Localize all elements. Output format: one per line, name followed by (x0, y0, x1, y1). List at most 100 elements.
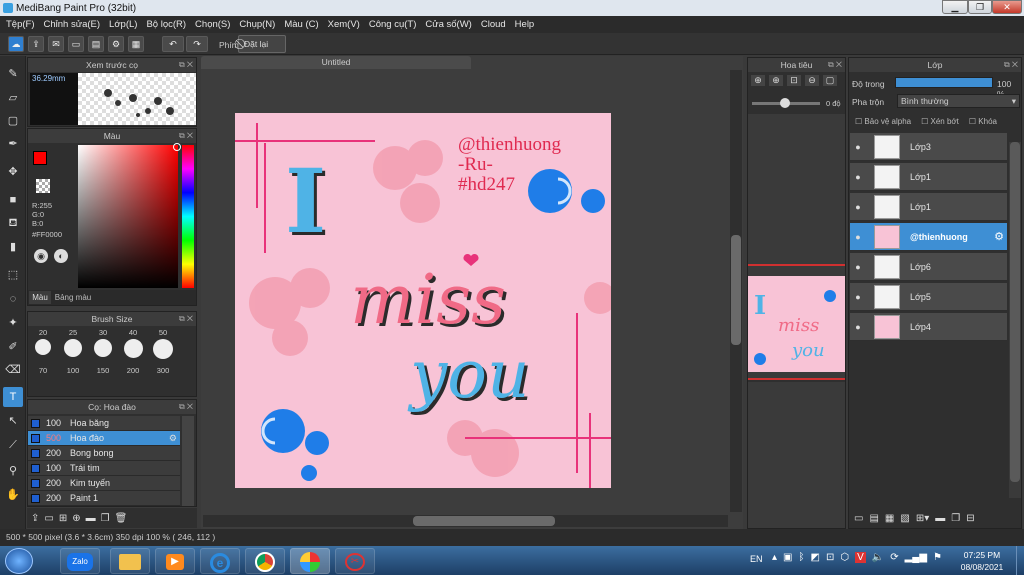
actual-size-icon[interactable]: ▢ (823, 75, 837, 86)
brush-list-item[interactable]: 100 Trái tim (28, 461, 180, 476)
duplicate-layer-icon[interactable]: ❐ (951, 513, 960, 524)
taskbar-chrome[interactable] (245, 548, 285, 574)
minimize-button[interactable]: ▁ (942, 0, 968, 14)
menu-layer[interactable]: Lớp(L) (109, 19, 137, 30)
brush-size-option[interactable]: 300 (148, 366, 178, 375)
select-rect-icon[interactable]: ⬚ (3, 265, 23, 285)
upload-icon[interactable]: ⇪ (28, 36, 44, 52)
canvas-vertical-scrollbar[interactable] (730, 70, 742, 512)
antivirus-icon[interactable]: V (855, 552, 866, 563)
drawing-canvas[interactable]: @thienhuong -Ru- #hd247 I miss you (235, 113, 611, 488)
popout-icon[interactable]: ⧉ ✕ (179, 58, 193, 72)
taskbar-medibang[interactable] (290, 548, 330, 574)
text-tool-icon[interactable]: T (3, 387, 23, 407)
layer-row[interactable]: ● Lớp5 (850, 283, 1007, 311)
taskbar-explorer[interactable] (110, 548, 150, 574)
menu-edit[interactable]: Chỉnh sửa(E) (44, 19, 101, 30)
eye-icon[interactable]: ● (850, 202, 866, 212)
select-eraser-icon[interactable]: ⌫ (3, 360, 23, 380)
popout-icon[interactable]: ⧉ ✕ (1004, 58, 1018, 72)
brush-list-item[interactable]: 500 Hoa đào ⚙ (28, 431, 180, 446)
layer-scroll-thumb[interactable] (1010, 142, 1020, 482)
eyedropper-icon[interactable]: ⚲ (3, 461, 23, 481)
brush-size-option[interactable]: 30 (88, 328, 118, 359)
cloud-icon[interactable]: ☁ (8, 36, 24, 52)
horizontal-scroll-thumb[interactable] (413, 516, 555, 526)
layer-row[interactable]: ● Lớp3 (850, 133, 1007, 161)
navigator-preview[interactable]: Imiss you (748, 264, 845, 380)
taskbar-media-player[interactable]: ▶ (155, 548, 195, 574)
update-icon[interactable]: ⟳ (890, 552, 898, 563)
language-indicator[interactable]: EN (750, 554, 763, 564)
new-8bit-layer-icon[interactable]: ▧ (900, 513, 909, 524)
bucket-tool-icon[interactable]: ⛾ (3, 213, 23, 233)
brush-list-item[interactable]: 200 Kim tuyến (28, 476, 180, 491)
magic-wand-icon[interactable]: ✦ (3, 313, 23, 333)
brush-list-item[interactable]: 100 Hoa băng (28, 416, 180, 431)
chevron-up-icon[interactable]: ▴ (772, 552, 777, 563)
delete-icon[interactable]: 🗑 (115, 513, 128, 524)
move-tool-icon[interactable]: ✥ (3, 162, 23, 182)
show-desktop-button[interactable] (1016, 546, 1024, 575)
brush-list-item[interactable]: 200 Paint 1 (28, 491, 180, 506)
menu-file[interactable]: Tệp(F) (6, 19, 35, 30)
rotation-slider-handle[interactable] (780, 98, 790, 108)
color-wheel-icon[interactable]: ◐ (54, 249, 68, 263)
undo-icon[interactable]: ↶ (162, 36, 184, 52)
grid-icon[interactable]: ▦ (128, 36, 144, 52)
add-brush-icon[interactable]: ⊞ (59, 513, 67, 524)
merge-layer-icon[interactable]: ⊟ (966, 513, 974, 524)
fill-rect-icon[interactable]: ■ (3, 190, 23, 210)
tab-palette[interactable]: Bảng màu (53, 291, 93, 304)
primary-color-swatch[interactable] (33, 151, 47, 165)
layer-row[interactable]: ● Lớp1 (850, 193, 1007, 221)
zoom-out-icon[interactable]: ⊖ (805, 75, 819, 86)
menu-view[interactable]: Xem(V) (328, 19, 360, 30)
brush-size-option[interactable]: 50 (148, 328, 178, 359)
network-drive-icon[interactable]: ⊡ (826, 552, 834, 563)
layer-row[interactable]: ● Lớp6 (850, 253, 1007, 281)
brush-list-item[interactable]: 200 Bong bong (28, 446, 180, 461)
clock[interactable]: 07:25 PM 08/08/2021 (952, 549, 1012, 573)
transparent-swatch[interactable] (36, 179, 50, 193)
save-icon[interactable]: ▤ (88, 36, 104, 52)
maximize-button[interactable]: ❐ (968, 0, 992, 14)
canvas-horizontal-scrollbar[interactable] (203, 515, 728, 527)
comment-icon[interactable]: ✉ (48, 36, 64, 52)
brush-size-option[interactable]: 70 (28, 366, 58, 375)
layer-row[interactable]: ● Lớp4 (850, 313, 1007, 341)
reset-button[interactable]: ⃠ Đặt lại (238, 35, 286, 53)
bluetooth-icon[interactable]: ᛒ (798, 552, 804, 563)
menu-help[interactable]: Help (515, 19, 535, 30)
eye-icon[interactable]: ● (850, 232, 866, 242)
settings-icon[interactable]: ⚙ (108, 36, 124, 52)
gear-icon[interactable]: ⚙ (169, 433, 177, 444)
folder-icon[interactable]: ▬ (935, 513, 945, 524)
taskbar-snipping-tool[interactable]: ✂ (335, 548, 375, 574)
eye-icon[interactable]: ● (850, 172, 866, 182)
zoom-in-icon[interactable]: ⊕ (751, 75, 765, 86)
brush-size-option[interactable]: 20 (28, 328, 58, 359)
eye-icon[interactable]: ● (850, 262, 866, 272)
new-1bit-layer-icon[interactable]: ▦ (885, 513, 894, 524)
rectangle-tool-icon[interactable]: ▢ (3, 111, 23, 131)
popout-icon[interactable]: ⧉ ✕ (179, 312, 193, 326)
gradient-tool-icon[interactable]: ▮ (3, 237, 23, 257)
eye-icon[interactable]: ● (850, 142, 866, 152)
new-file-icon[interactable]: ▭ (68, 36, 84, 52)
zoom-in-alt-icon[interactable]: ⊕ (769, 75, 783, 86)
divide-tool-icon[interactable]: ⟋ (3, 435, 23, 455)
brush-size-option[interactable]: 25 (58, 328, 88, 359)
fit-icon[interactable]: ⊡ (787, 75, 801, 86)
redo-icon[interactable]: ↷ (186, 36, 208, 52)
tab-color[interactable]: Màu (29, 291, 51, 304)
lasso-tool-icon[interactable]: ◌ (3, 289, 23, 309)
add-folder-icon[interactable]: ⊕ (72, 513, 80, 524)
eye-icon[interactable]: ● (850, 292, 866, 302)
menu-color[interactable]: Màu (C) (284, 19, 318, 30)
new-brush-icon[interactable]: ▭ (44, 513, 53, 524)
nvidia-icon[interactable]: ◩ (810, 552, 819, 563)
protect-alpha-checkbox[interactable]: ☐ Bảo vệ alpha (855, 117, 911, 126)
pen-tool-icon[interactable]: ✒ (3, 134, 23, 154)
layer-scrollbar[interactable] (1009, 142, 1021, 498)
